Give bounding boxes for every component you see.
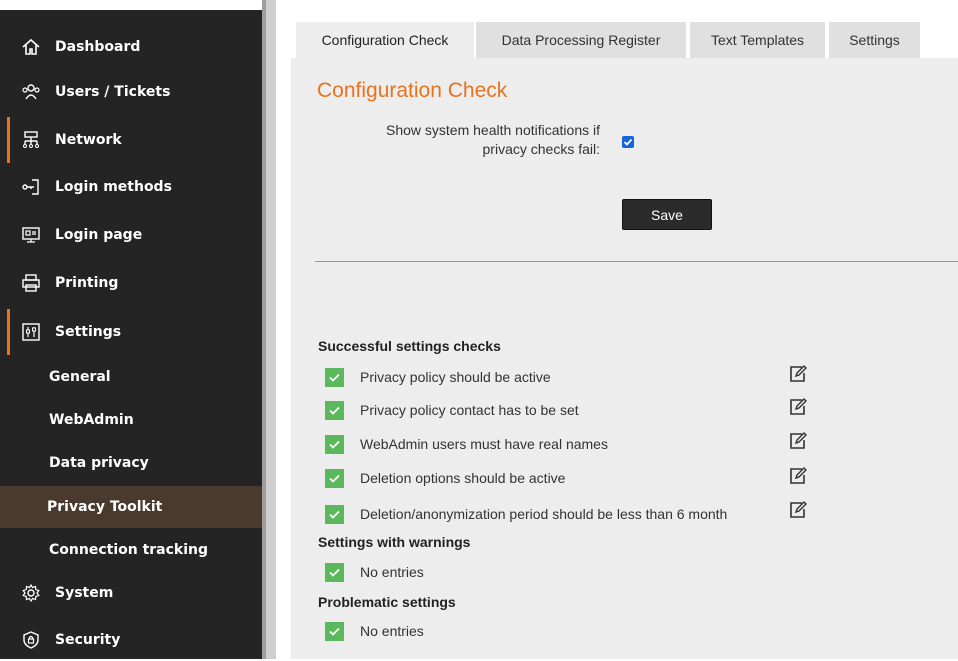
sidebar-item-network[interactable]: Network — [0, 117, 262, 163]
page-title: Configuration Check — [317, 79, 508, 102]
sidebar-item-label: Settings — [55, 324, 122, 340]
content-gutter — [276, 0, 291, 659]
sidebar-item-users-tickets[interactable]: Users / Tickets — [0, 71, 262, 113]
divider — [315, 261, 958, 262]
sidebar-item-label: Login page — [55, 227, 143, 243]
sidebar: Dashboard Users / Tickets Network Login … — [0, 0, 262, 659]
sidebar-subitem-label: Privacy Toolkit — [47, 499, 163, 515]
gear-icon — [20, 582, 42, 604]
sidebar-subitem-label: Connection tracking — [49, 542, 209, 558]
home-icon — [20, 36, 42, 58]
sidebar-subitem-data-privacy[interactable]: Data privacy — [0, 442, 262, 484]
check-item-text: Deletion options should be active — [360, 470, 566, 486]
sidebar-subitem-general[interactable]: General — [0, 356, 262, 398]
check-item-text: Deletion/anonymization period should be … — [360, 506, 728, 522]
check-icon — [325, 400, 344, 420]
active-accent-bar — [7, 309, 10, 355]
sidebar-subitem-webadmin[interactable]: WebAdmin — [0, 399, 262, 441]
list-item: Privacy policy should be active — [325, 367, 551, 387]
sidebar-item-dashboard[interactable]: Dashboard — [0, 26, 262, 68]
check-icon — [325, 562, 344, 582]
sidebar-subitem-label: WebAdmin — [49, 412, 134, 428]
sidebar-item-label: Security — [55, 632, 121, 648]
users-icon — [20, 81, 42, 103]
sidebar-top-edge — [0, 0, 262, 10]
sidebar-item-label: Login methods — [55, 179, 172, 195]
tab-text-templates[interactable]: Text Templates — [690, 22, 825, 58]
section-title-problematic: Problematic settings — [318, 594, 456, 610]
notify-label-line2: privacy checks fail: — [482, 141, 600, 157]
check-icon — [325, 504, 344, 524]
sidebar-item-login-methods[interactable]: Login methods — [0, 166, 262, 208]
tab-data-processing-register[interactable]: Data Processing Register — [476, 22, 686, 58]
sidebar-item-system[interactable]: System — [0, 572, 262, 614]
sidebar-subitem-privacy-toolkit[interactable]: Privacy Toolkit — [0, 486, 262, 528]
sliders-icon — [20, 321, 42, 343]
check-icon — [325, 621, 344, 641]
sidebar-item-label: Network — [55, 132, 122, 148]
tab-configuration-check[interactable]: Configuration Check — [296, 22, 474, 58]
check-item-text: Privacy policy should be active — [360, 369, 551, 385]
save-button[interactable]: Save — [622, 199, 712, 230]
list-item: WebAdmin users must have real names — [325, 434, 608, 454]
list-item: Privacy policy contact has to be set — [325, 400, 579, 420]
list-item: No entries — [325, 562, 424, 582]
sidebar-item-label: System — [55, 585, 114, 601]
check-icon — [325, 367, 344, 387]
section-title-warnings: Settings with warnings — [318, 534, 471, 550]
printer-icon — [20, 272, 42, 294]
shield-lock-icon — [20, 629, 42, 651]
notify-setting-label: Show system health notifications if priv… — [330, 121, 600, 159]
list-item: Deletion options should be active — [325, 468, 565, 488]
tab-settings[interactable]: Settings — [829, 22, 920, 58]
sidebar-item-security[interactable]: Security — [0, 619, 262, 661]
check-icon — [325, 434, 344, 454]
login-page-icon — [20, 224, 42, 246]
edit-icon[interactable] — [789, 365, 807, 383]
sidebar-item-label: Dashboard — [55, 39, 141, 55]
sidebar-subitem-label: Data privacy — [49, 455, 149, 471]
edit-icon[interactable] — [789, 501, 807, 519]
checkmark-icon — [623, 138, 633, 146]
section-title-successful: Successful settings checks — [318, 338, 501, 354]
tab-label: Text Templates — [710, 32, 805, 48]
active-accent-bar — [7, 117, 10, 163]
sidebar-item-label: Users / Tickets — [55, 84, 171, 100]
sidebar-subitem-label: General — [49, 369, 111, 385]
list-item: No entries — [325, 621, 424, 641]
network-icon — [20, 129, 42, 151]
edit-icon[interactable] — [789, 467, 807, 485]
sidebar-item-settings[interactable]: Settings — [0, 309, 262, 355]
tab-label: Settings — [849, 32, 900, 48]
check-icon — [325, 468, 344, 488]
list-item: Deletion/anonymization period should be … — [325, 504, 727, 524]
check-item-text: No entries — [360, 564, 424, 580]
tab-label: Configuration Check — [321, 32, 449, 48]
tab-label: Data Processing Register — [501, 32, 661, 48]
notify-label-line1: Show system health notifications if — [386, 122, 600, 138]
check-item-text: WebAdmin users must have real names — [360, 436, 608, 452]
sidebar-scrollbar[interactable] — [266, 0, 276, 659]
check-item-text: Privacy policy contact has to be set — [360, 402, 579, 418]
edit-icon[interactable] — [789, 398, 807, 416]
sidebar-item-login-page[interactable]: Login page — [0, 214, 262, 256]
notify-checkbox[interactable] — [622, 136, 634, 148]
sidebar-item-label: Printing — [55, 275, 119, 291]
sidebar-subitem-connection-tracking[interactable]: Connection tracking — [0, 529, 262, 571]
edit-icon[interactable] — [789, 432, 807, 450]
check-item-text: No entries — [360, 623, 424, 639]
login-icon — [20, 176, 42, 198]
sidebar-item-printing[interactable]: Printing — [0, 262, 262, 304]
